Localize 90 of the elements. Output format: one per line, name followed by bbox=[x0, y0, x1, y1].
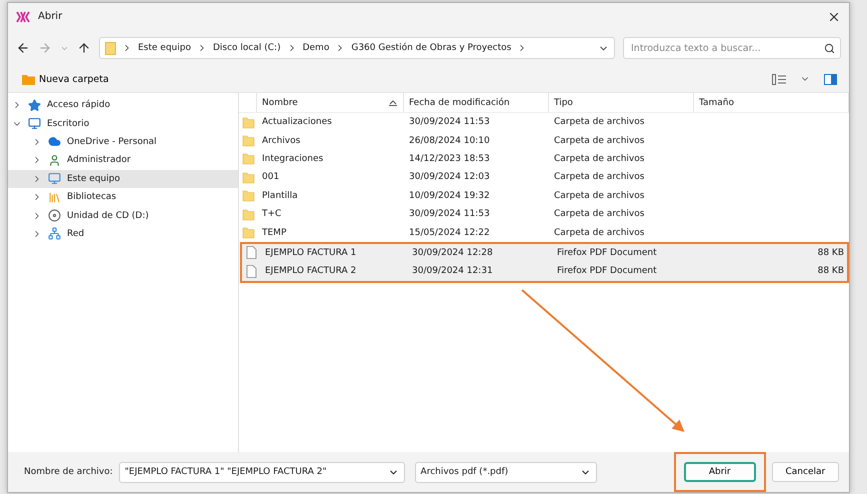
window-title: Abrir bbox=[38, 11, 64, 22]
file-row[interactable]: 001 30/09/2024 12:03 Carpeta de archivos bbox=[239, 168, 849, 187]
size-cell-text: 88 KB bbox=[816, 266, 845, 276]
desktop-icon bbox=[28, 117, 41, 130]
column-header[interactable]: Fecha de modificación bbox=[404, 93, 549, 112]
sort-icon bbox=[389, 100, 397, 106]
file-row[interactable]: TEMP 15/05/2024 12:22 Carpeta de archivos bbox=[239, 223, 849, 242]
size-cell-text: 88 KB bbox=[816, 248, 845, 258]
folder-icon bbox=[105, 42, 116, 54]
folder-icon bbox=[242, 208, 254, 221]
column-header[interactable]: Tipo bbox=[549, 93, 694, 112]
date-cell-text: 10/09/2024 19:32 bbox=[408, 190, 491, 201]
breadcrumb[interactable]: Este equipo bbox=[138, 43, 191, 53]
date-cell-text: 15/05/2024 12:22 bbox=[408, 228, 491, 238]
breadcrumb[interactable]: Disco local (C:) bbox=[212, 43, 281, 53]
search-input[interactable]: Introduzca texto a buscar... bbox=[629, 42, 824, 54]
file-row[interactable]: Plantilla 10/09/2024 19:32 Carpeta de archivos bbox=[239, 186, 849, 205]
folder-icon bbox=[242, 134, 254, 148]
search-icon[interactable] bbox=[824, 42, 835, 54]
type-cell-text: Carpeta de archivos bbox=[553, 154, 646, 164]
filename-field[interactable]: "EJEMPLO FACTURA 1" "EJEMPLO FACTURA 2" bbox=[118, 462, 405, 482]
type-cell-text: Carpeta de archivos bbox=[553, 190, 646, 201]
file-row[interactable]: Integraciones 14/12/2023 18:53 Carpeta de archivos bbox=[239, 150, 849, 168]
preview-pane-icon[interactable] bbox=[824, 74, 837, 84]
app-logo bbox=[16, 10, 30, 22]
file-name: Plantilla bbox=[261, 190, 299, 201]
cloud-icon bbox=[48, 135, 61, 148]
file-name: Integraciones bbox=[261, 154, 324, 164]
date-cell-text: 30/09/2024 11:53 bbox=[408, 209, 491, 220]
type-cell-text: Firefox PDF Document bbox=[556, 248, 658, 258]
folder-icon bbox=[242, 170, 254, 184]
address-bar[interactable]: Este equipo Disco local (C:) Demo G360 Gestión de Obras y Proyectos bbox=[99, 37, 615, 59]
folder-icon bbox=[242, 189, 254, 202]
file-type-dropdown[interactable]: Archivos pdf (*.pdf) bbox=[414, 462, 598, 482]
sidebar-item[interactable]: OneDrive - Personal bbox=[8, 132, 238, 152]
column-header[interactable]: Nombre bbox=[257, 93, 404, 112]
disc-icon bbox=[48, 209, 61, 222]
library-icon bbox=[48, 190, 61, 204]
date-cell-text: 30/09/2024 12:28 bbox=[411, 248, 494, 258]
sidebar-item[interactable]: Administrador bbox=[8, 151, 238, 170]
file-row[interactable]: EJEMPLO FACTURA 2 30/09/2024 12:31 Firefox PDF Document 88 KB bbox=[242, 262, 847, 281]
new-folder-button[interactable]: Nueva carpeta bbox=[20, 72, 111, 86]
type-cell-text: Carpeta de archivos bbox=[553, 228, 646, 238]
file-row[interactable]: Archivos 26/08/2024 10:10 Carpeta de archivos bbox=[239, 131, 849, 150]
filename-label: Nombre de archivo: bbox=[24, 467, 113, 477]
folder-icon bbox=[22, 74, 35, 84]
column-header[interactable]: Tamaño bbox=[694, 93, 849, 112]
file-row[interactable]: Actualizaciones 30/09/2024 11:53 Carpeta de archivos bbox=[239, 113, 849, 132]
network-icon bbox=[48, 227, 61, 240]
search-field[interactable]: Introduzca texto a buscar... bbox=[623, 37, 841, 59]
sidebar-item[interactable]: Unidad de CD (D:) bbox=[8, 206, 238, 225]
file-name: T+C bbox=[261, 209, 282, 220]
sidebar-item[interactable]: Este equipo bbox=[8, 170, 238, 188]
file-row[interactable]: EJEMPLO FACTURA 1 30/09/2024 12:28 Firefox PDF Document 88 KB bbox=[242, 244, 847, 262]
sidebar-item[interactable]: Acceso rápido bbox=[8, 96, 238, 114]
sidebar-item[interactable]: Red bbox=[8, 224, 238, 244]
breadcrumb[interactable]: Demo bbox=[302, 43, 330, 53]
file-name: EJEMPLO FACTURA 1 bbox=[264, 248, 358, 258]
file-name: TEMP bbox=[261, 228, 288, 238]
computer-icon bbox=[48, 172, 61, 186]
type-cell-text: Carpeta de archivos bbox=[553, 117, 646, 128]
breadcrumb[interactable]: G360 Gestión de Obras y Proyectos bbox=[351, 43, 512, 53]
open-button[interactable]: Abrir bbox=[684, 462, 756, 482]
date-cell-text: 14/12/2023 18:53 bbox=[408, 154, 491, 164]
file-name: Actualizaciones bbox=[261, 117, 333, 128]
date-cell-text: 30/09/2024 11:53 bbox=[408, 117, 491, 128]
type-cell-text: Carpeta de archivos bbox=[553, 136, 646, 146]
date-cell-text: 30/09/2024 12:03 bbox=[408, 172, 491, 182]
file-name: Archivos bbox=[261, 136, 302, 146]
folder-icon bbox=[242, 226, 254, 240]
type-cell-text: Carpeta de archivos bbox=[553, 172, 646, 182]
up-icon[interactable] bbox=[77, 41, 91, 55]
cancel-button[interactable]: Cancelar bbox=[772, 462, 839, 482]
file-row[interactable]: T+C 30/09/2024 11:53 Carpeta de archivos bbox=[239, 204, 849, 224]
sidebar-item[interactable]: Bibliotecas bbox=[8, 188, 238, 206]
file-name: EJEMPLO FACTURA 2 bbox=[264, 266, 358, 276]
date-cell-text: 26/08/2024 10:10 bbox=[408, 136, 491, 146]
file-name: 001 bbox=[261, 172, 280, 182]
folder-icon bbox=[242, 116, 254, 129]
star-icon bbox=[28, 98, 41, 112]
back-icon[interactable] bbox=[16, 41, 30, 55]
document-icon bbox=[246, 246, 256, 260]
document-icon bbox=[246, 264, 256, 278]
folder-icon bbox=[242, 152, 254, 166]
type-cell-text: Carpeta de archivos bbox=[553, 209, 646, 220]
type-cell-text: Firefox PDF Document bbox=[556, 266, 658, 276]
user-icon bbox=[48, 154, 61, 167]
view-list-icon[interactable] bbox=[772, 74, 786, 84]
date-cell-text: 30/09/2024 12:31 bbox=[411, 266, 494, 276]
sidebar-item[interactable]: Escritorio bbox=[8, 114, 238, 133]
